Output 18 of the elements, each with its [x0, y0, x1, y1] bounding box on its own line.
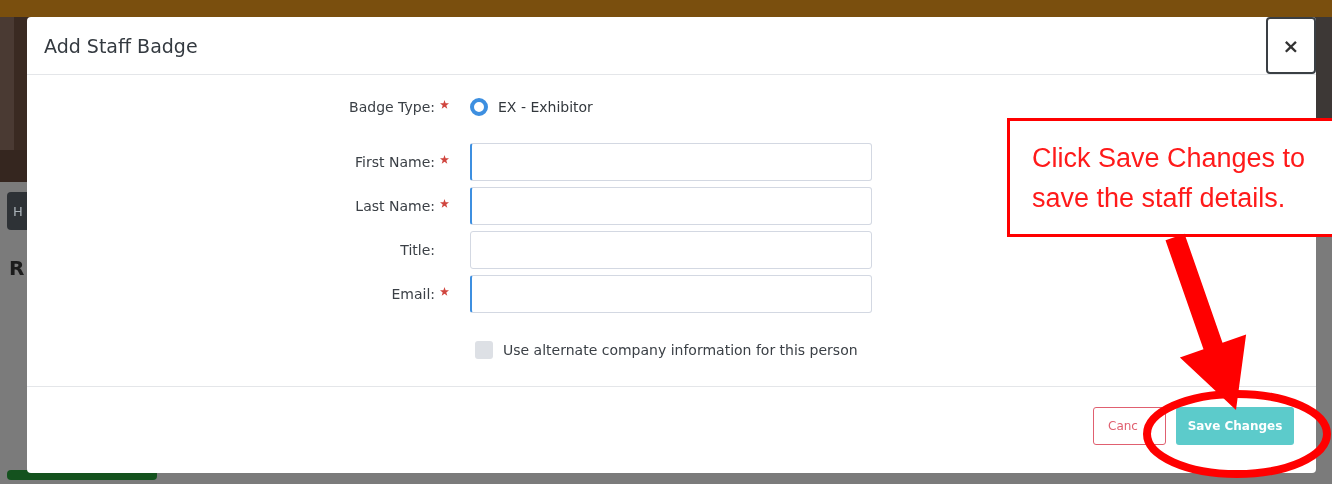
input-field[interactable] — [470, 143, 872, 181]
field-label: Title: — [399, 242, 435, 258]
field-label: First Name: — [354, 154, 435, 170]
checkbox[interactable] — [475, 341, 493, 359]
input-field[interactable] — [470, 187, 872, 225]
checkbox-label: Use alternate company information for this person — [503, 342, 858, 358]
page-heading: R — [9, 256, 26, 280]
input-field[interactable] — [470, 275, 872, 313]
radio-label: EX - Exhibitor — [498, 99, 593, 115]
field-label: Email: — [390, 286, 435, 302]
callout-text: Click Save Changes to save the staff details. — [1032, 141, 1307, 215]
dialog-title: Add Staff Badge — [44, 34, 198, 57]
input-field[interactable] — [470, 231, 872, 269]
field-label: Last Name: — [354, 198, 435, 214]
save-button[interactable]: Save Changes — [1176, 407, 1294, 445]
field-label: Badge Type: — [348, 99, 435, 115]
radio-button[interactable] — [470, 98, 488, 116]
close-button[interactable]: × — [1266, 17, 1316, 74]
